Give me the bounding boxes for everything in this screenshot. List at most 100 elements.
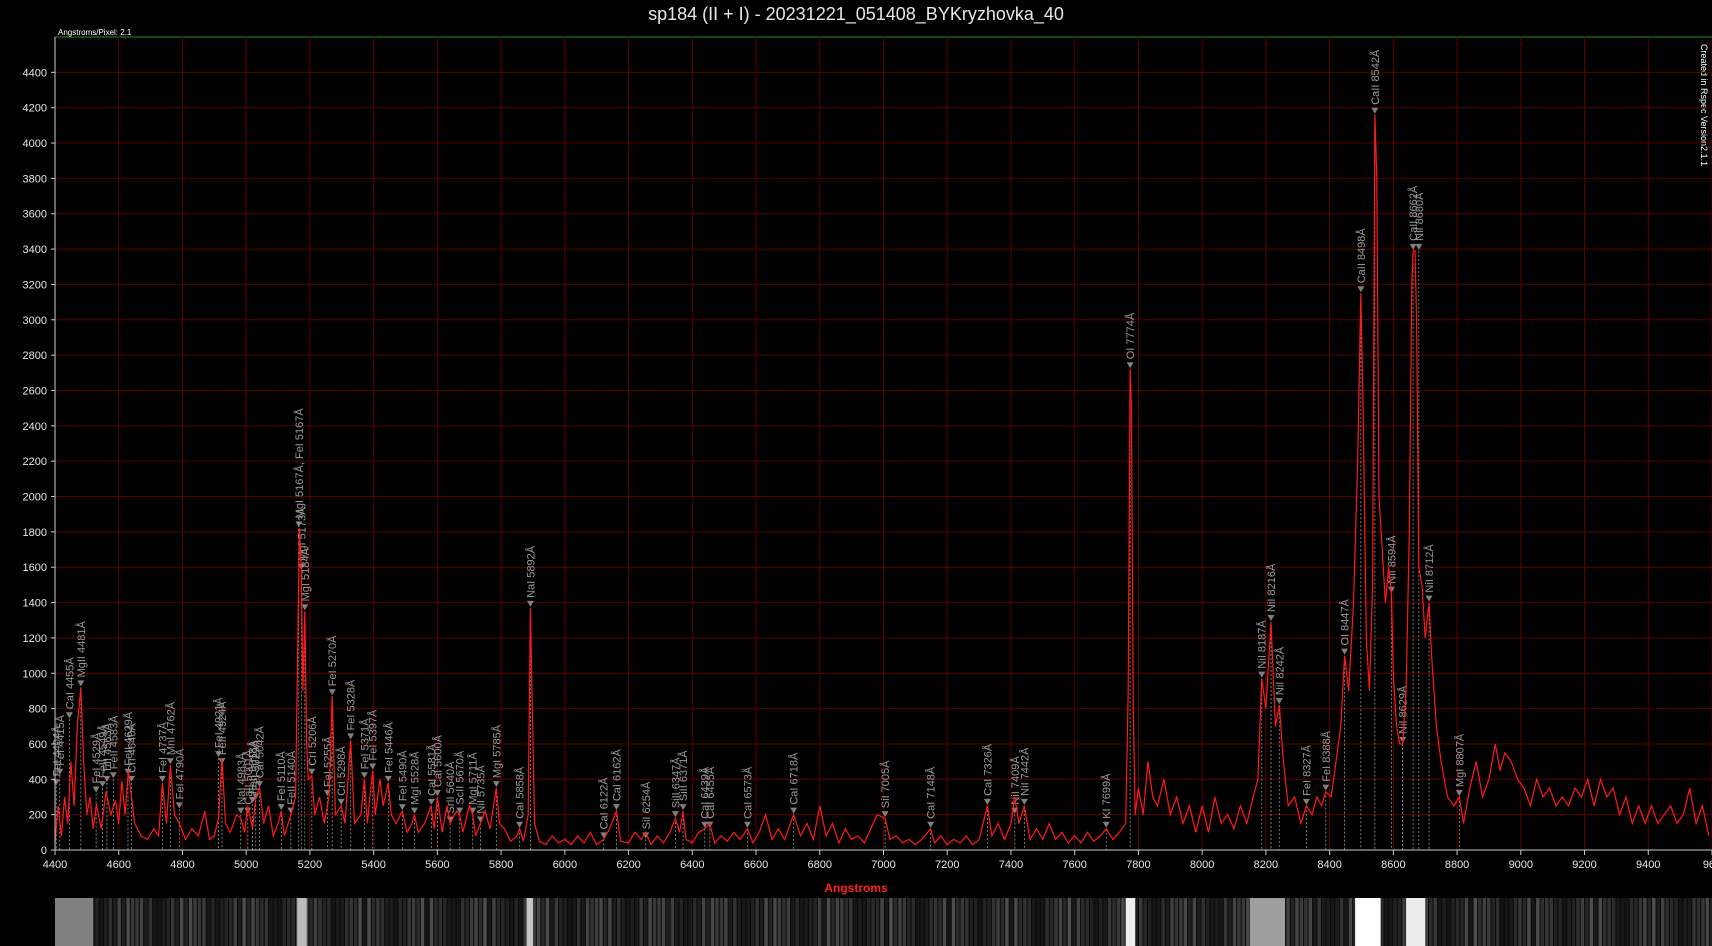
spectrum-strip-cell (1669, 898, 1674, 946)
spectrum-strip-cell (1625, 898, 1629, 946)
spectrum-strip-cell (1665, 898, 1669, 946)
line-label: NiI 8187Å (1256, 620, 1269, 669)
spectrum-strip-cell (318, 898, 322, 946)
spectrum-strip-cell (367, 898, 371, 946)
line-label: FeI 5397Å (367, 709, 380, 760)
spectrum-strip-cell (104, 898, 108, 946)
spectrum-strip-cell (1228, 898, 1232, 946)
spectrum-strip-cell (585, 898, 590, 946)
spectrum-strip-cell (1067, 898, 1072, 946)
line-marker-triangle (1275, 698, 1283, 705)
spectrum-strip-cell (858, 898, 862, 946)
line-label: OI 8447Å (1339, 598, 1352, 645)
spectrum-strip-cell (1000, 898, 1005, 946)
spectrum-strip-cell (568, 898, 572, 946)
spectrum-strip-cell (572, 898, 576, 946)
spectrum-strip-cell (1339, 898, 1344, 946)
spectrum-strip-cell (1433, 898, 1437, 946)
line-label: NiI 8680Å (1413, 192, 1426, 241)
spectrum-strip-cell (447, 898, 452, 946)
y-tick-label: 1800 (23, 527, 47, 539)
spectrum-strip-cell (608, 898, 612, 946)
spectrum-strip-cell (278, 898, 282, 946)
spectrum-strip-cell (1638, 898, 1643, 946)
y-tick-label: 1600 (23, 562, 47, 574)
spectrum-strip-cell (99, 898, 104, 946)
line-label: CrI 5298Å (335, 746, 348, 796)
spectrum-strip-cell (1156, 898, 1161, 946)
spectrum-strip-cell (911, 898, 916, 946)
line-marker-triangle (927, 821, 935, 828)
spectrum-strip-cell (1072, 898, 1076, 946)
spectrum-strip-cell (1674, 898, 1678, 946)
spectrum-strip-cell (759, 898, 764, 946)
line-label: ScII 5670Å (454, 750, 467, 804)
spectrum-strip-cell (657, 898, 661, 946)
line-label: CaI 6718Å (788, 752, 801, 805)
spectrum-strip-cell (1183, 898, 1188, 946)
line-label: SiI 6254Å (640, 781, 653, 829)
spectrum-strip-band (55, 898, 94, 946)
spectrum-strip-cell (1527, 898, 1531, 946)
x-tick-label: 5800 (489, 859, 513, 871)
spectrum-strip-cell (835, 898, 840, 946)
spectrum-strip-cell (1040, 898, 1045, 946)
spectrum-strip-cell (425, 898, 429, 946)
line-marker-triangle (410, 807, 418, 814)
line-label: NiI 5735Å (474, 765, 487, 814)
line-marker-triangle (492, 781, 500, 788)
spectrum-strip-cell (755, 898, 759, 946)
spectrum-strip-cell (1464, 898, 1469, 946)
spectrum-strip-cell (1585, 898, 1589, 946)
spectrum-strip-cell (630, 898, 634, 946)
line-marker-triangle (398, 804, 406, 811)
line-marker-triangle (1267, 615, 1275, 622)
line-label: NiI 8216Å (1265, 563, 1278, 612)
spectrum-strip-cell (175, 898, 179, 946)
x-tick-label: 7800 (1126, 859, 1150, 871)
spectrum-strip-cell (947, 898, 951, 946)
line-marker-triangle (175, 802, 183, 809)
line-label: FeI 5490Å (396, 750, 409, 801)
spectrum-strip-cell (411, 898, 416, 946)
spectrum-strip-cell (1495, 898, 1500, 946)
spectrum-strip-cell (880, 898, 884, 946)
spectrum-strip-cell (1629, 898, 1634, 946)
spectrum-strip-cell (1317, 898, 1321, 946)
line-marker-triangle (52, 779, 60, 786)
x-tick-label: 7200 (935, 859, 959, 871)
spectrum-strip-cell (1031, 898, 1036, 946)
spectrum-strip-cell (1201, 898, 1205, 946)
line-marker-triangle (790, 807, 798, 814)
x-tick-label: 5400 (361, 859, 385, 871)
spectrum-strip-cell (233, 898, 237, 946)
spectrum-strip-cell (951, 898, 956, 946)
spectrum-strip-cell (1112, 898, 1116, 946)
spectrum-strip-cell (541, 898, 545, 946)
spectrum-strip-cell (322, 898, 327, 946)
spectrum-strip-cell (1246, 898, 1250, 946)
spectrum-strip-cell (95, 898, 99, 946)
y-tick-label: 3200 (23, 279, 47, 291)
spectrum-strip-cell (416, 898, 420, 946)
spectrum-strip-cell (228, 898, 233, 946)
x-tick-label: 5600 (425, 859, 449, 871)
line-label: FeI 8388Å (1320, 730, 1333, 781)
y-tick-label: 4000 (23, 138, 47, 150)
spectrum-strip-cell (786, 898, 791, 946)
spectrum-strip-cell (380, 898, 385, 946)
line-marker-triangle (1371, 107, 1379, 114)
line-marker-triangle (1341, 648, 1349, 655)
spectrum-strip-cell (817, 898, 822, 946)
spectrum-strip-cell (1487, 898, 1491, 946)
spectrum-strip-cell (1478, 898, 1482, 946)
line-label: NiI 7442Å (1018, 747, 1031, 796)
line-label: FeII 4583Å (107, 715, 120, 769)
x-tick-label: 6000 (553, 859, 577, 871)
spectrum-chart: FeI 4404ÅFeI 4415ÅCaI 4455ÅMgII 4481ÅFeI… (23, 36, 1712, 946)
x-tick-label: 6800 (808, 859, 832, 871)
spectrum-strip-cell (1509, 898, 1513, 946)
spectrum-strip-cell (1696, 898, 1701, 946)
spectrum-strip-cell (1549, 898, 1553, 946)
spectrum-strip-cell (492, 898, 496, 946)
